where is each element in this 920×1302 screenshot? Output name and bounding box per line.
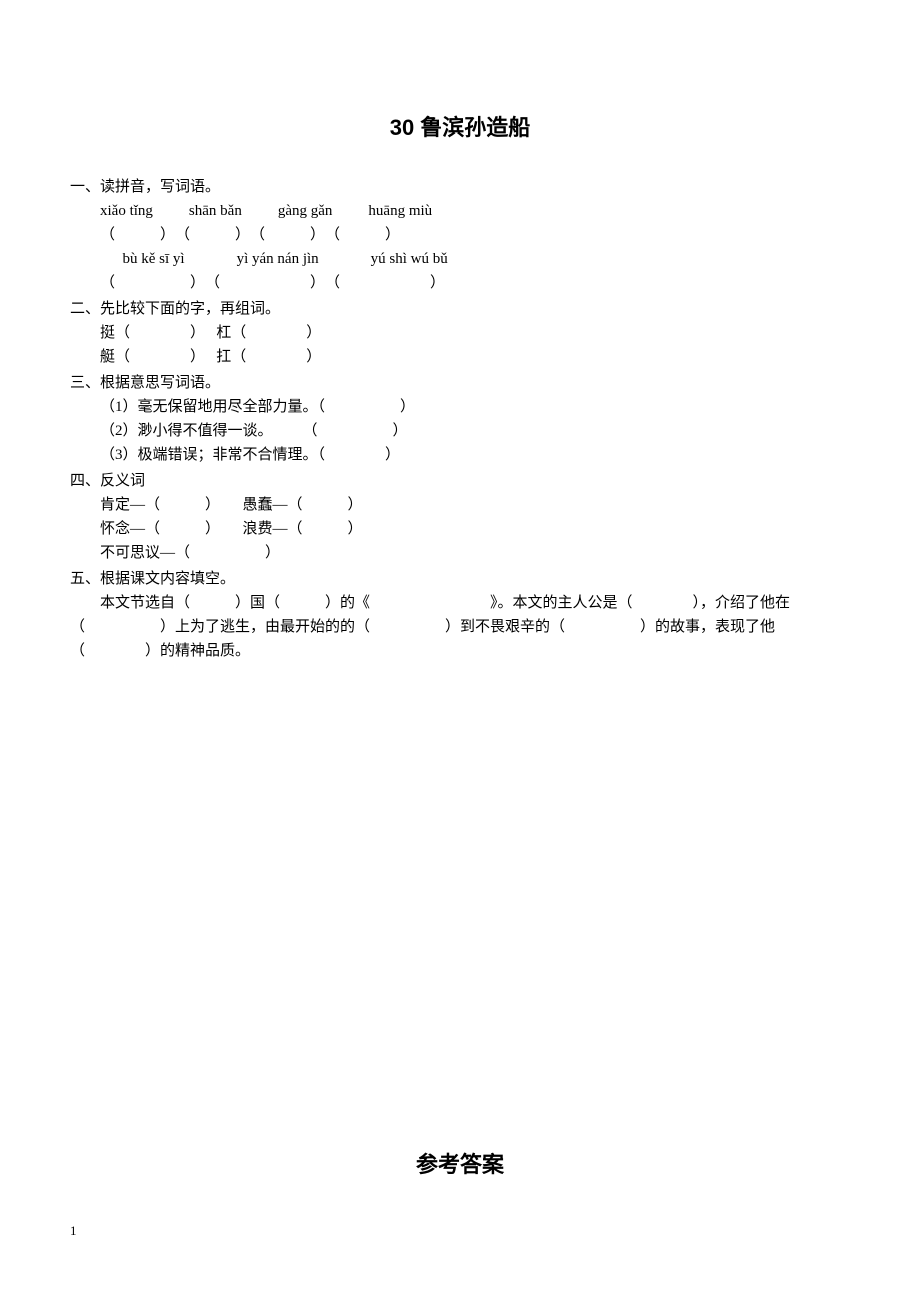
section3-head: 三、根据意思写词语。 (70, 371, 850, 395)
pinyin-row-2: bù kě sī yì yì yán nán jìn yú shì wú bǔ (70, 247, 850, 271)
answer-title: 参考答案 (0, 1147, 920, 1182)
page-title: 30 鲁滨孙造船 (70, 110, 850, 145)
pinyin-word: bù kě sī yì (123, 247, 185, 271)
section5-head: 五、根据课文内容填空。 (70, 567, 850, 591)
section-meaning: 三、根据意思写词语。 （1）毫无保留地用尽全部力量。（ ） （2）渺小得不值得一… (70, 371, 850, 467)
pinyin-word: xiǎo tǐng (100, 199, 153, 223)
pinyin-word: shān bǎn (189, 199, 242, 223)
pinyin-row-1: xiǎo tǐng shān bǎn gàng gǎn huāng miù (70, 199, 850, 223)
section-fill: 五、根据课文内容填空。 本文节选自（ ）国（ ）的《 》。本文的主人公是（ ），… (70, 567, 850, 663)
antonym-row-1: 肯定—（ ） 愚蠢—（ ） (70, 493, 850, 517)
pinyin-word: yú shì wú bǔ (371, 247, 448, 271)
antonym-row-3: 不可思议—（ ） (70, 541, 850, 565)
antonym-row-2: 怀念—（ ） 浪费—（ ） (70, 517, 850, 541)
section-antonym: 四、反义词 肯定—（ ） 愚蠢—（ ） 怀念—（ ） 浪费—（ ） 不可思议—（… (70, 469, 850, 565)
pinyin-word: gàng gǎn (278, 199, 333, 223)
compare-row-1: 挺（ ） 杠（ ） (70, 321, 850, 345)
blank-row-2: （ ） （ ） （ ） (70, 271, 850, 295)
fill-paragraph: 本文节选自（ ）国（ ）的《 》。本文的主人公是（ ），介绍了他在（ ）上为了逃… (70, 591, 850, 663)
meaning-item-2: （2）渺小得不值得一谈。 （ ） (70, 419, 850, 443)
page-number: 1 (70, 1221, 77, 1242)
blank-row-1: （ ） （ ） （ ） （ ） (70, 223, 850, 247)
pinyin-word: huāng miù (368, 199, 432, 223)
section-compare: 二、先比较下面的字，再组词。 挺（ ） 杠（ ） 艇（ ） 扛（ ） (70, 297, 850, 369)
section4-head: 四、反义词 (70, 469, 850, 493)
meaning-item-3: （3）极端错误；非常不合情理。（ ） (70, 443, 850, 467)
section-pinyin: 一、读拼音，写词语。 xiǎo tǐng shān bǎn gàng gǎn h… (70, 175, 850, 295)
meaning-item-1: （1）毫无保留地用尽全部力量。（ ） (70, 395, 850, 419)
section2-head: 二、先比较下面的字，再组词。 (70, 297, 850, 321)
compare-row-2: 艇（ ） 扛（ ） (70, 345, 850, 369)
pinyin-word: yì yán nán jìn (237, 247, 319, 271)
section1-head: 一、读拼音，写词语。 (70, 175, 850, 199)
